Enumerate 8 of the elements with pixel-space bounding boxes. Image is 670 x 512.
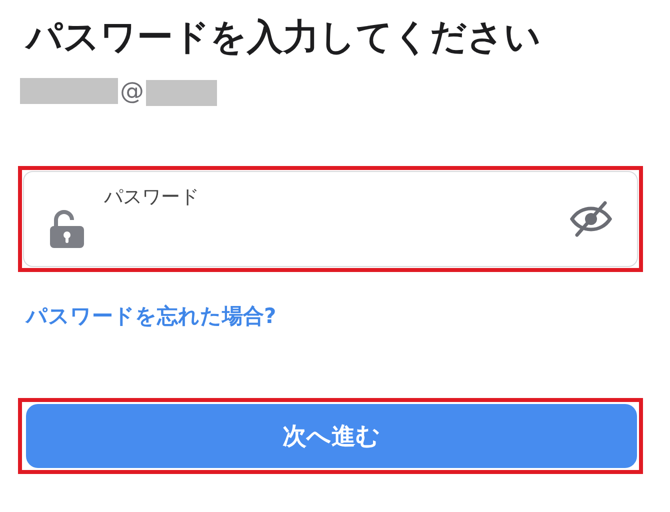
hide-password-icon[interactable] xyxy=(569,201,613,237)
account-at-sign: @ xyxy=(120,77,144,105)
redaction-block xyxy=(146,80,217,106)
next-button[interactable]: 次へ進む xyxy=(26,404,637,468)
unlocked-padlock-icon xyxy=(50,210,84,248)
password-input[interactable]: パスワード xyxy=(104,186,551,208)
forgot-password-link[interactable]: パスワードを忘れた場合? xyxy=(26,302,276,330)
page-title: パスワードを入力してください xyxy=(26,16,542,60)
